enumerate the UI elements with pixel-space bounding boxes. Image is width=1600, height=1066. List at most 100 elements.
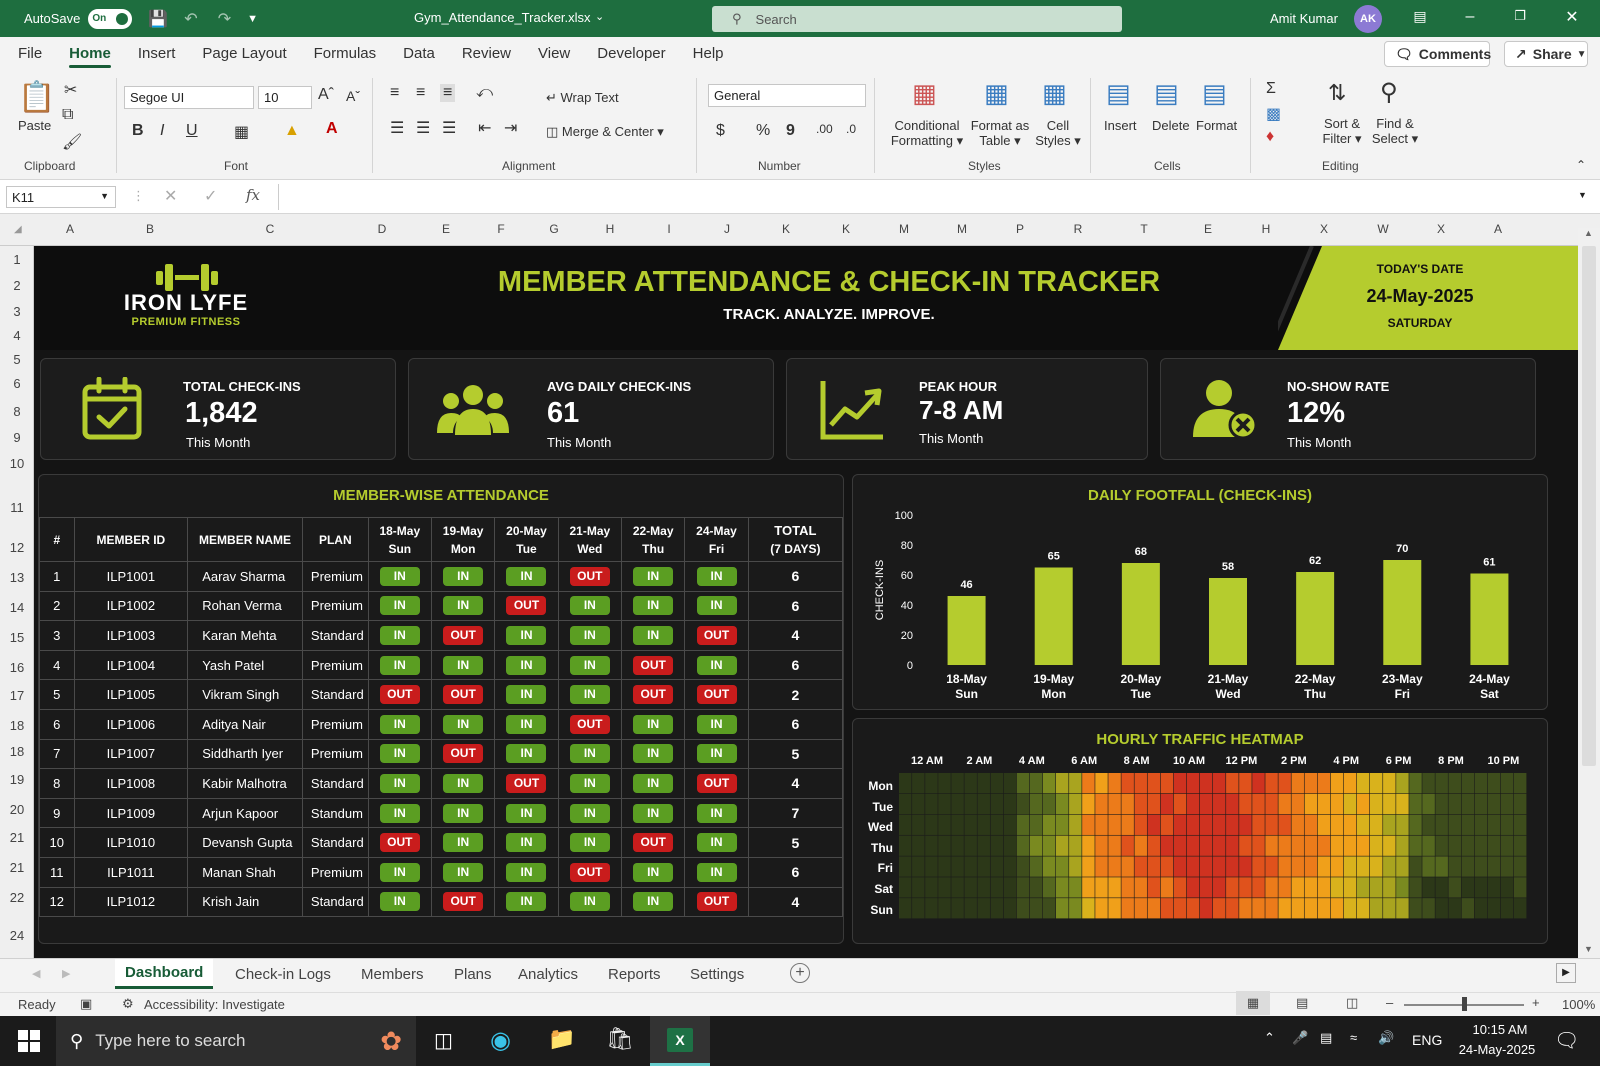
tab-review[interactable]: Review (462, 37, 511, 70)
delete-cells-button[interactable]: Delete (1152, 118, 1190, 133)
row-header[interactable]: 13 (0, 570, 34, 585)
row-header[interactable]: 11 (0, 500, 34, 515)
font-family-select[interactable]: Segoe UI (124, 86, 254, 109)
row-header[interactable]: 3 (0, 304, 34, 319)
attendance-cell[interactable]: OUT (557, 561, 623, 592)
member-id[interactable]: ILP1003 (73, 620, 189, 651)
find-select-button[interactable]: Find & Select ▾ (1370, 116, 1420, 147)
attendance-cell[interactable]: OUT (620, 827, 686, 858)
attendance-cell[interactable]: IN (620, 590, 686, 622)
orientation-icon[interactable]: ⤺ (476, 84, 493, 102)
attendance-cell[interactable]: IN (557, 768, 623, 799)
column-header[interactable]: I (649, 222, 689, 236)
zoom-level[interactable]: 100% (1562, 997, 1595, 1012)
row-total[interactable]: 2 (747, 679, 844, 710)
currency-icon[interactable]: $ (716, 122, 725, 140)
attendance-cell[interactable]: IN (557, 679, 623, 710)
avatar[interactable]: AK (1354, 5, 1382, 33)
row-header[interactable]: 16 (0, 660, 34, 675)
paste-button[interactable]: Paste (18, 118, 51, 133)
file-name[interactable]: Gym_Attendance_Tracker.xlsx (414, 10, 591, 25)
row-header[interactable]: 10 (0, 456, 34, 471)
table-row[interactable]: 2 ILP1002 Rohan Verma Premium IN IN OUT IN IN IN 6 (39, 590, 844, 622)
next-sheet-icon[interactable]: ▶ (62, 967, 70, 980)
column-header[interactable]: K (826, 222, 866, 236)
member-id[interactable]: ILP1007 (73, 738, 189, 770)
tab-view[interactable]: View (538, 37, 570, 70)
format-as-table-icon[interactable]: ▦ (984, 78, 1009, 109)
attendance-cell[interactable]: IN (557, 649, 623, 681)
row-number[interactable]: 6 (39, 708, 75, 740)
attendance-cell[interactable]: OUT (430, 620, 496, 651)
attendance-cell[interactable]: IN (367, 590, 432, 622)
sort-filter-button[interactable]: Sort & Filter ▾ (1322, 116, 1362, 147)
increase-indent-icon[interactable]: ⇥ (504, 118, 517, 138)
attendance-cell[interactable]: OUT (430, 679, 496, 710)
column-header[interactable]: D (362, 222, 402, 236)
attendance-cell[interactable]: IN (684, 827, 749, 858)
align-middle-icon[interactable]: ≡ (416, 84, 425, 102)
wrap-text-button[interactable]: ↵ Wrap Text (546, 90, 619, 106)
attendance-cell[interactable]: IN (494, 797, 559, 829)
decrease-font-icon[interactable]: Aˇ (346, 88, 360, 104)
attendance-cell[interactable]: IN (430, 561, 496, 592)
attendance-cell[interactable]: IN (367, 708, 432, 740)
italic-icon[interactable]: I (160, 122, 164, 140)
attendance-cell[interactable]: IN (684, 856, 749, 888)
vertical-scrollbar[interactable]: ▲ ▼ (1578, 228, 1600, 958)
insert-cells-button[interactable]: Insert (1104, 118, 1137, 133)
row-header[interactable]: 8 (0, 404, 34, 419)
attendance-cell[interactable]: IN (684, 561, 749, 592)
attendance-cell[interactable]: OUT (367, 679, 432, 710)
excel-taskbar-icon[interactable]: X (650, 1016, 710, 1066)
tab-page-layout[interactable]: Page Layout (202, 37, 286, 70)
member-plan[interactable]: Premium (301, 649, 369, 681)
clear-icon[interactable]: ♦ (1266, 128, 1274, 146)
member-name[interactable]: Arjun Kapoor (187, 797, 303, 829)
show-hidden-icons-icon[interactable]: ⌃ (1264, 1030, 1275, 1046)
language-indicator[interactable]: ENG (1412, 1032, 1442, 1048)
row-header[interactable]: 1 (0, 252, 34, 267)
row-header[interactable]: 9 (0, 430, 34, 445)
row-header[interactable]: 6 (0, 376, 34, 391)
redo-icon[interactable]: ↷ (218, 9, 231, 29)
insert-function-icon[interactable]: fx (246, 186, 260, 204)
task-view-icon[interactable]: ◫ (434, 1028, 453, 1053)
bold-icon[interactable]: B (132, 122, 144, 140)
sheet-tab-check-in-logs[interactable]: Check-in Logs (225, 959, 341, 989)
align-center-icon[interactable]: ☰ (416, 118, 430, 138)
name-box[interactable]: K11 ▼ (6, 186, 116, 208)
table-row[interactable]: 10 ILP1010 Devansh Gupta Standard OUT IN IN IN O… (39, 827, 844, 858)
autosave-toggle[interactable]: On (88, 8, 133, 29)
sheet-tab-settings[interactable]: Settings (680, 959, 754, 989)
table-row[interactable]: 6 ILP1006 Aditya Nair Premium IN IN IN OUT IN IN 6 (39, 708, 844, 740)
attendance-cell[interactable]: IN (430, 708, 496, 740)
file-explorer-icon[interactable]: 📁 (548, 1026, 575, 1052)
zoom-out-icon[interactable]: – (1386, 995, 1393, 1010)
conditional-formatting-button[interactable]: Conditional Formatting ▾ (890, 118, 964, 149)
member-id[interactable]: ILP1010 (73, 827, 189, 858)
taskbar-search-box[interactable]: ⚲ Type here to search ✿ (56, 1016, 416, 1066)
member-name[interactable]: Krish Jain (187, 886, 303, 918)
column-header[interactable]: A (50, 222, 90, 236)
row-total[interactable]: 6 (747, 649, 844, 681)
row-number[interactable]: 3 (39, 620, 75, 651)
column-header[interactable]: M (884, 222, 924, 236)
row-total[interactable]: 6 (747, 590, 844, 622)
member-name[interactable]: Manan Shah (187, 856, 303, 888)
row-number[interactable]: 7 (39, 738, 75, 770)
attendance-cell[interactable]: IN (620, 708, 686, 740)
row-header[interactable]: 2 (0, 278, 34, 293)
attendance-cell[interactable]: IN (367, 797, 432, 829)
column-header[interactable]: K (766, 222, 806, 236)
row-header[interactable]: 21 (0, 830, 34, 845)
cut-icon[interactable]: ✂ (64, 80, 77, 100)
attendance-cell[interactable]: IN (557, 886, 623, 918)
format-as-table-button[interactable]: Format as Table ▾ (968, 118, 1032, 149)
number-format-select[interactable]: General (708, 84, 866, 107)
increase-decimal-icon[interactable]: .00 (816, 122, 833, 136)
member-plan[interactable]: Standard (301, 886, 369, 918)
row-number[interactable]: 1 (39, 561, 75, 592)
attendance-cell[interactable]: IN (430, 590, 496, 622)
column-header[interactable]: W (1363, 222, 1403, 236)
